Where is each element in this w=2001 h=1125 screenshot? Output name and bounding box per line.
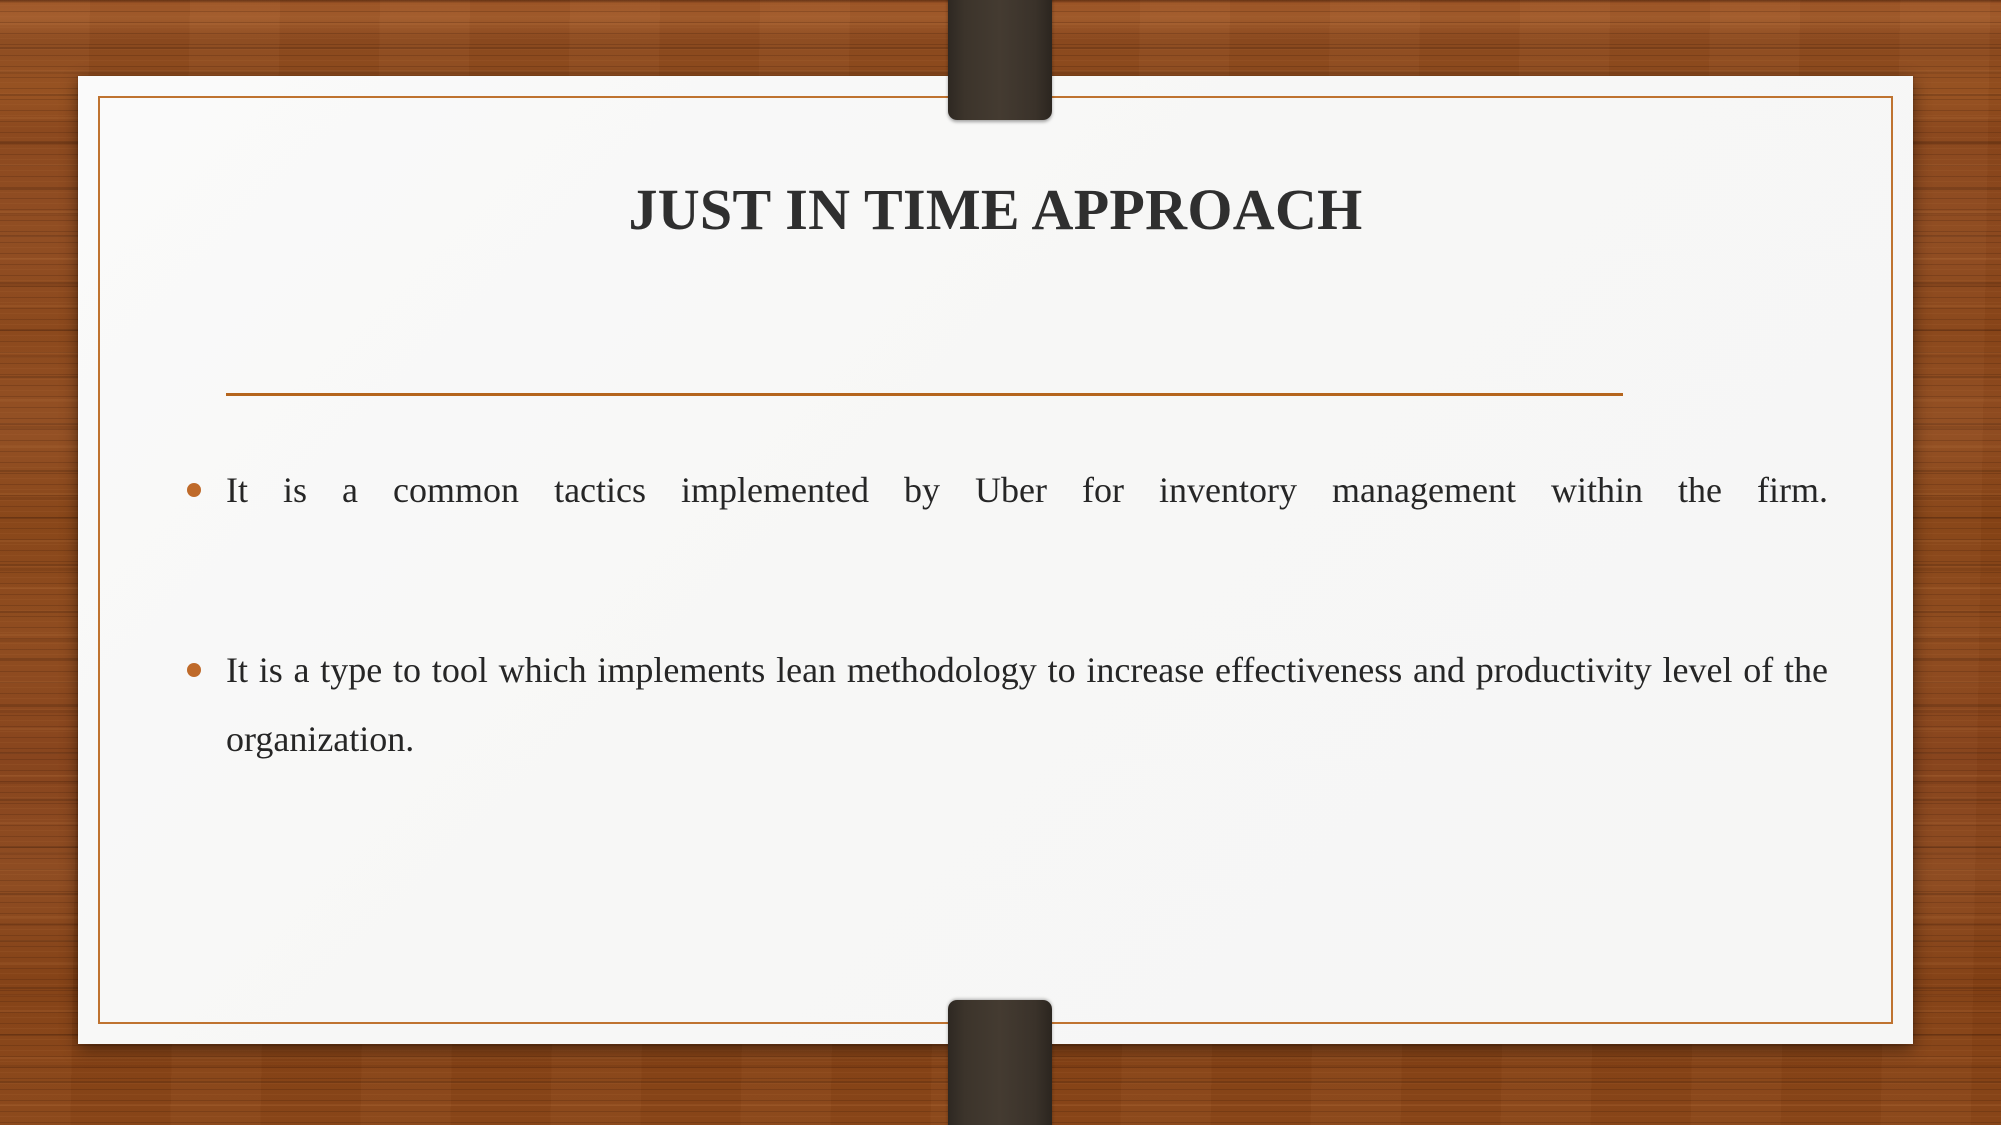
list-item: It is a common tactics implemented by Ub… bbox=[178, 456, 1828, 594]
bullet-dot-icon bbox=[187, 483, 201, 497]
list-item-text: It is a type to tool which implements le… bbox=[226, 650, 1828, 760]
page-title: JUST IN TIME APPROACH bbox=[628, 177, 1363, 242]
list-item: It is a type to tool which implements le… bbox=[178, 636, 1828, 843]
top-clip-decoration bbox=[948, 0, 1052, 120]
slide-content: JUST IN TIME APPROACH It is a common tac… bbox=[78, 76, 1913, 1044]
bottom-clip-decoration bbox=[948, 1000, 1052, 1125]
title-divider bbox=[226, 393, 1623, 396]
slide-card: JUST IN TIME APPROACH It is a common tac… bbox=[78, 76, 1913, 1044]
bullet-list: It is a common tactics implemented by Ub… bbox=[178, 456, 1828, 844]
bullet-dot-icon bbox=[187, 663, 201, 678]
list-item-text: It is a common tactics implemented by Ub… bbox=[226, 470, 1828, 510]
presentation-slide: JUST IN TIME APPROACH It is a common tac… bbox=[0, 0, 2001, 1125]
